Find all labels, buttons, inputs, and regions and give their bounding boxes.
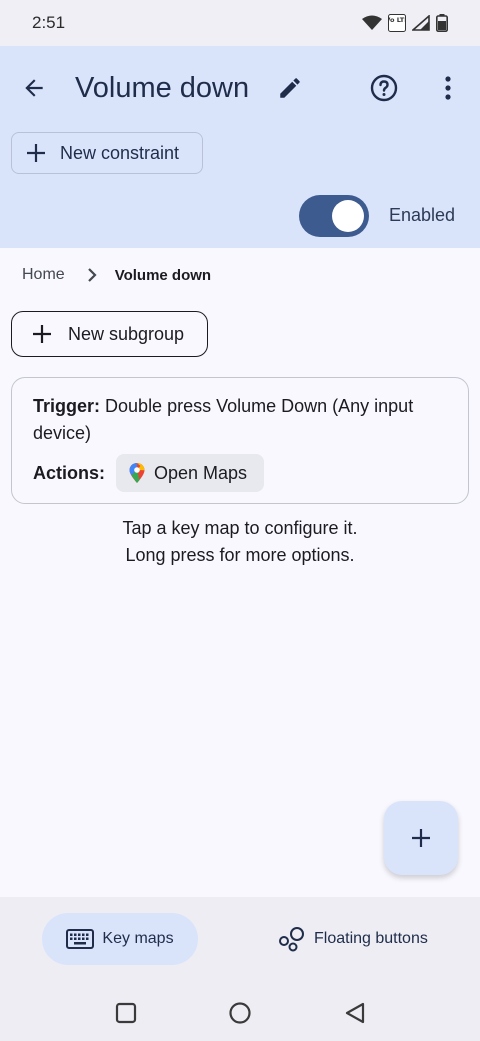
nav-key-maps-label: Key maps: [102, 930, 174, 947]
system-back-button[interactable]: [343, 1001, 367, 1025]
action-name: Open Maps: [154, 462, 248, 483]
bottom-navigation: Key maps Floating buttons: [0, 897, 480, 981]
nav-floating-buttons-label: Floating buttons: [314, 930, 428, 947]
new-constraint-button[interactable]: New constraint: [11, 132, 203, 174]
circle-icon: [229, 1002, 251, 1024]
plus-icon: [412, 829, 430, 847]
help-circle-icon: [370, 74, 398, 102]
hint-text: Tap a key map to configure it. Long pres…: [0, 515, 480, 569]
trigger-text: Trigger: Double press Volume Down (Any i…: [33, 393, 453, 447]
status-icons: Vo LTE: [362, 14, 448, 32]
home-button[interactable]: [228, 1001, 252, 1025]
nav-item-floating-buttons[interactable]: Floating buttons: [278, 913, 458, 965]
arrow-back-icon: [25, 79, 43, 97]
nav-item-key-maps[interactable]: Key maps: [42, 913, 198, 965]
enabled-label: Enabled: [389, 205, 456, 225]
toggle-knob: [332, 200, 364, 232]
plus-icon: [33, 325, 51, 343]
new-subgroup-label: New subgroup: [68, 323, 185, 344]
more-options-button[interactable]: [428, 68, 468, 108]
hint-line-1: Tap a key map to configure it.: [122, 518, 358, 538]
volte-top-text: Vo LTE: [388, 16, 406, 24]
actions-label: Actions:: [33, 463, 105, 483]
new-constraint-label: New constraint: [60, 142, 180, 163]
enabled-row: Enabled: [0, 194, 480, 240]
edit-title-button[interactable]: [272, 70, 308, 106]
top-app-bar: Volume down: [0, 46, 480, 132]
wifi-icon: [362, 15, 382, 30]
status-bar: 2:51 Vo LTE: [0, 0, 480, 46]
enabled-toggle[interactable]: [299, 195, 369, 237]
trigger-label: Trigger:: [33, 396, 101, 416]
status-time: 2:51: [32, 13, 66, 32]
page-title: Volume down: [75, 72, 250, 104]
new-subgroup-button[interactable]: New subgroup: [11, 311, 208, 357]
battery-icon: [436, 14, 448, 32]
breadcrumb: Home Volume down: [22, 264, 211, 286]
keyboard-icon: [66, 929, 95, 949]
triangle-back-icon: [345, 1002, 365, 1024]
signal-icon: [412, 15, 430, 31]
add-key-map-button[interactable]: [384, 801, 458, 875]
breadcrumb-current: Volume down: [114, 266, 212, 284]
more-vert-icon: [445, 76, 451, 100]
bubbles-icon: [279, 927, 304, 952]
square-icon: [115, 1002, 137, 1024]
action-chip-open-maps[interactable]: Open Maps: [116, 454, 264, 492]
key-map-card[interactable]: Trigger: Double press Volume Down (Any i…: [11, 377, 469, 504]
recents-button[interactable]: [114, 1001, 138, 1025]
system-navigation-bar: [0, 981, 480, 1041]
hint-line-2: Long press for more options.: [125, 545, 355, 565]
back-button[interactable]: [14, 68, 54, 108]
pencil-icon: [280, 78, 300, 98]
maps-pin-icon: [129, 463, 145, 483]
plus-icon: [27, 144, 45, 162]
app-header: Volume down New constraint Enabled: [0, 46, 480, 248]
chevron-right-icon: [87, 267, 97, 283]
breadcrumb-home[interactable]: Home: [22, 266, 65, 284]
volte-icon: Vo LTE: [388, 14, 406, 32]
help-button[interactable]: [364, 68, 404, 108]
